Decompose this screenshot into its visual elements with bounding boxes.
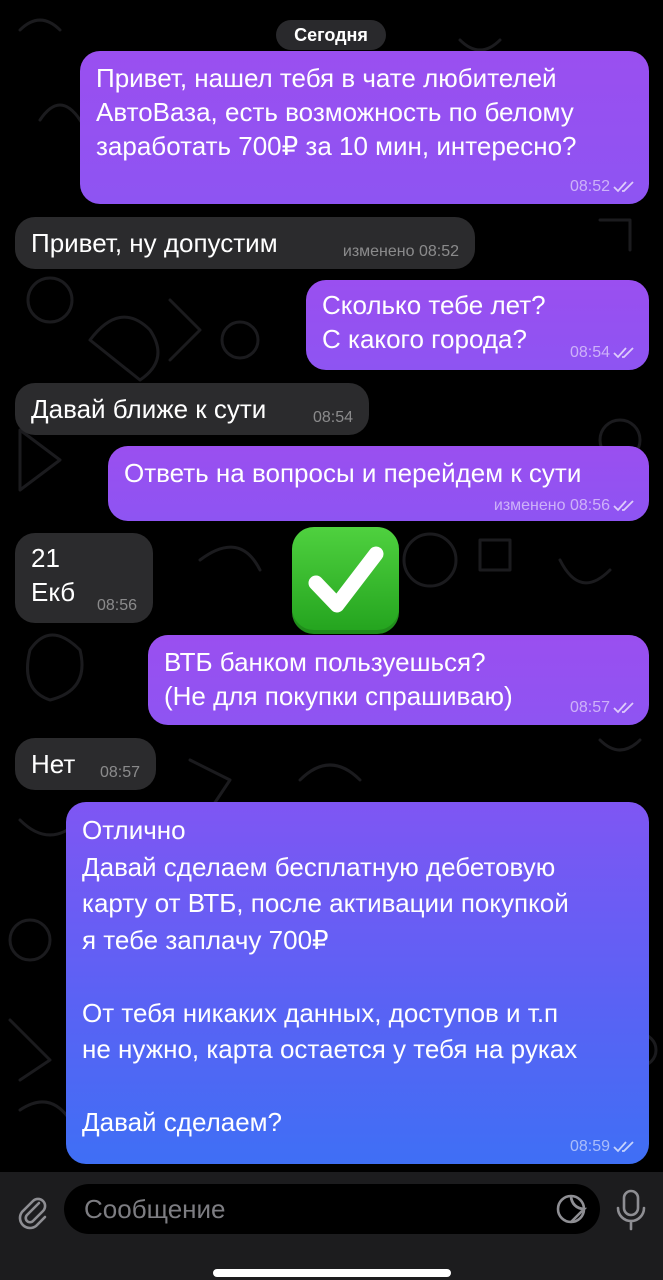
message-text: Привет, ну допустим <box>31 228 278 258</box>
check-mark-sticker[interactable] <box>292 527 399 634</box>
incoming-message[interactable]: Нет 08:57 <box>15 738 156 790</box>
message-input-placeholder: Сообщение <box>84 1194 226 1224</box>
incoming-message[interactable]: 21 Екб 08:56 <box>15 533 153 623</box>
message-meta: 08:54 <box>313 409 353 427</box>
incoming-message[interactable]: Привет, ну допустим изменено 08:52 <box>15 217 475 269</box>
message-text: Давай ближе к сути <box>31 394 267 424</box>
sticker-icon <box>556 1194 588 1224</box>
message-text: Ответь на вопросы и перейдем к сути <box>124 458 582 488</box>
message-time: изменено 08:56 <box>493 497 610 514</box>
message-meta: 08:59 <box>570 1138 637 1156</box>
home-indicator <box>213 1269 451 1277</box>
message-time: 08:52 <box>569 178 610 195</box>
double-check-icon <box>613 347 634 359</box>
white-check-mark-icon <box>308 546 384 613</box>
double-check-icon <box>613 181 634 193</box>
microphone-icon <box>616 1189 646 1231</box>
voice-message-button[interactable] <box>612 1188 650 1232</box>
message-meta: 08:52 <box>570 178 637 196</box>
message-text: 21 Екб <box>31 543 76 607</box>
double-check-icon <box>613 1141 634 1153</box>
double-check-icon <box>613 702 634 714</box>
outgoing-message[interactable]: ВТБ банком пользуешься? (Не для покупки … <box>148 635 649 725</box>
message-composer: Сообщение <box>0 1172 663 1280</box>
message-input[interactable]: Сообщение <box>64 1184 600 1234</box>
incoming-message[interactable]: Давай ближе к сути 08:54 <box>15 383 369 435</box>
message-text: Отлично Давай сделаем бесплатную дебетов… <box>82 815 578 1137</box>
message-meta: изменено 08:56 <box>494 497 637 515</box>
message-time: 08:59 <box>569 1138 610 1155</box>
message-text: Нет <box>31 749 76 779</box>
message-list: Сегодня Привет, нашел тебя в чате любите… <box>0 0 663 1170</box>
message-time: 08:56 <box>96 597 137 614</box>
outgoing-message[interactable]: Привет, нашел тебя в чате любителей Авто… <box>80 51 649 204</box>
outgoing-message[interactable]: Сколько тебе лет? С какого города? 08:54 <box>306 280 649 370</box>
message-text: ВТБ банком пользуешься? (Не для покупки … <box>164 647 513 711</box>
message-text: Сколько тебе лет? С какого города? <box>322 290 546 354</box>
message-time: 08:57 <box>569 699 610 716</box>
date-separator: Сегодня <box>276 20 386 50</box>
outgoing-message[interactable]: Ответь на вопросы и перейдем к сути изме… <box>108 446 649 521</box>
message-time: изменено 08:52 <box>342 243 459 260</box>
message-text: Привет, нашел тебя в чате любителей Авто… <box>96 63 577 161</box>
message-meta: 08:57 <box>100 764 140 782</box>
outgoing-message[interactable]: Отлично Давай сделаем бесплатную дебетов… <box>66 802 649 1164</box>
double-check-icon <box>613 500 634 512</box>
attach-button[interactable] <box>12 1190 52 1230</box>
message-meta: 08:56 <box>97 597 137 615</box>
message-meta: 08:54 <box>570 344 637 362</box>
message-time: 08:54 <box>312 409 353 426</box>
message-meta: изменено 08:52 <box>343 243 459 261</box>
message-meta: 08:57 <box>570 699 637 717</box>
paperclip-icon <box>18 1197 47 1230</box>
message-time: 08:57 <box>99 764 140 781</box>
message-time: 08:54 <box>569 344 610 361</box>
sticker-button[interactable] <box>554 1192 588 1226</box>
